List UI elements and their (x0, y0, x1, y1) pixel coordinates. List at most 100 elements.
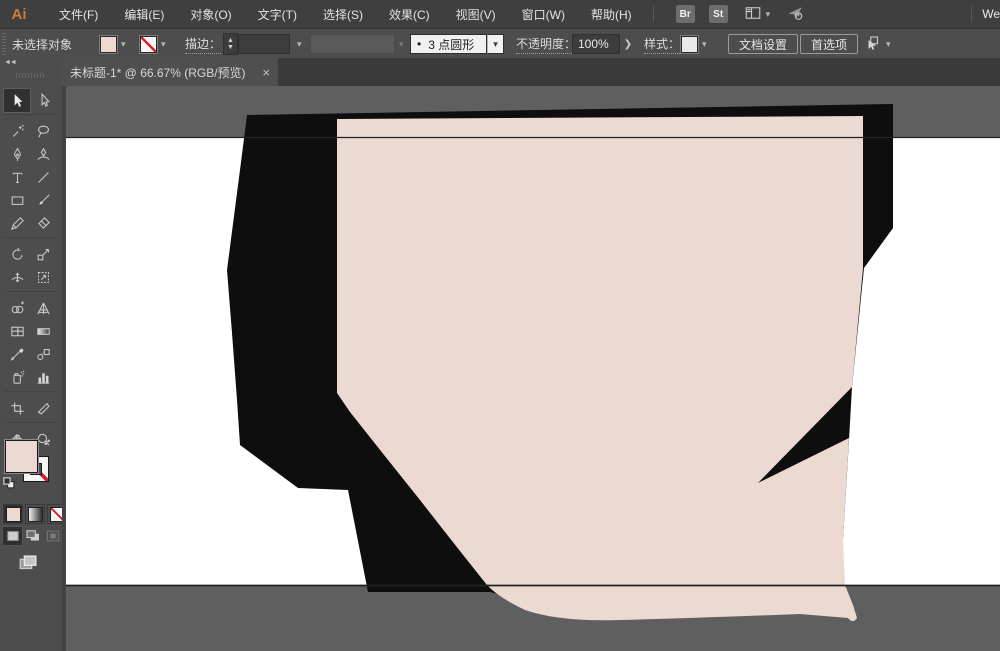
menu-bar: Ai 文件(F)编辑(E)对象(O)文字(T)选择(S)效果(C)视图(V)窗口… (0, 0, 1000, 28)
menu-item-window[interactable]: 窗口(W) (509, 0, 578, 29)
launch-button[interactable] (786, 4, 804, 25)
tool-paintbrush[interactable] (30, 189, 56, 212)
canvas-svg (62, 86, 1000, 651)
document-setup-button[interactable]: 文档设置 (728, 34, 798, 54)
tool-magic-wand[interactable] (4, 120, 30, 143)
workspace-switcher-button[interactable]: ▾ (744, 4, 771, 25)
menu-item-type[interactable]: 文字(T) (245, 0, 310, 29)
chevron-down-icon[interactable]: ▾ (886, 39, 891, 50)
tool-free-transform[interactable] (30, 266, 56, 289)
stroke-weight-stepper[interactable]: ▲ ▼ (223, 29, 238, 59)
stroke-color-control[interactable]: ▾ (140, 29, 166, 59)
close-icon[interactable]: × (262, 65, 270, 80)
menu-list: 文件(F)编辑(E)对象(O)文字(T)选择(S)效果(C)视图(V)窗口(W)… (46, 0, 645, 29)
fill-color-control[interactable]: ▾ (100, 29, 126, 59)
canvas[interactable] (62, 86, 1000, 651)
chevron-down-icon[interactable]: ▾ (121, 39, 126, 50)
selection-status: 未选择对象 (12, 29, 72, 59)
menu-item-select[interactable]: 选择(S) (310, 0, 376, 29)
tool-width[interactable] (4, 266, 30, 289)
select-similar-control[interactable]: ▾ (864, 29, 891, 59)
tool-eyedropper[interactable] (4, 343, 30, 366)
tool-line-segment[interactable] (30, 166, 56, 189)
app-logo[interactable]: Ai (4, 6, 34, 23)
brush-definition-dropdown[interactable]: • 3 点圆形 ▾ (410, 29, 504, 59)
chevron-down-icon[interactable]: ▾ (487, 34, 504, 54)
tool-perspective-grid[interactable] (30, 297, 56, 320)
bridge-button[interactable]: Br (676, 5, 695, 23)
tool-scale[interactable] (30, 243, 56, 266)
fill-stroke-area (0, 438, 62, 502)
brush-name: 3 点圆形 (428, 36, 474, 53)
panel-divider[interactable] (62, 86, 66, 651)
document-title: 未标题-1* @ 66.67% (RGB/预览) (70, 64, 256, 81)
fill-proxy-swatch[interactable] (5, 440, 38, 473)
illustrator-window: Ai 文件(F)编辑(E)对象(O)文字(T)选择(S)效果(C)视图(V)窗口… (0, 0, 1000, 651)
tool-lasso[interactable] (30, 120, 56, 143)
chevron-down-icon: ▾ (399, 39, 404, 50)
preferences-button[interactable]: 首选项 (800, 34, 858, 54)
tools-grid (4, 89, 58, 451)
brush-preview-dot: • (417, 37, 421, 51)
collapse-panel-button[interactable]: ◄◄ (4, 59, 16, 66)
panel-grip[interactable] (2, 33, 6, 55)
screen-mode-icon[interactable] (17, 552, 43, 574)
stroke-weight-label[interactable]: 描边： (185, 29, 221, 59)
stepper-up-icon[interactable]: ▲ (227, 37, 234, 44)
swap-fill-stroke-icon[interactable] (42, 438, 58, 454)
style-swatch[interactable] (681, 36, 698, 53)
workspace-name-truncated[interactable]: We (982, 7, 1000, 21)
workspace (0, 86, 1000, 651)
menu-item-effect[interactable]: 效果(C) (376, 0, 443, 29)
document-tab-bar: ◄◄ 未标题-1* @ 66.67% (RGB/预览) × (0, 58, 1000, 86)
tool-pen[interactable] (4, 143, 30, 166)
default-fill-stroke-icon[interactable] (2, 476, 16, 490)
tool-mesh[interactable] (4, 320, 30, 343)
style-label[interactable]: 样式： (644, 29, 680, 59)
menu-item-edit[interactable]: 编辑(E) (111, 0, 177, 29)
tool-direct-selection[interactable] (30, 89, 56, 112)
draw-behind-icon[interactable] (23, 527, 42, 545)
tool-shape-builder[interactable] (4, 297, 30, 320)
gradient-button[interactable] (25, 504, 45, 524)
document-tab[interactable]: 未标题-1* @ 66.67% (RGB/预览) × (62, 58, 278, 86)
stroke-weight-dropdown[interactable]: ▾ (293, 29, 302, 59)
chevron-down-icon[interactable]: ▾ (297, 39, 302, 50)
tool-pencil[interactable] (4, 212, 30, 235)
stepper-down-icon[interactable]: ▼ (227, 44, 234, 51)
chevron-down-icon[interactable]: ▾ (702, 39, 707, 50)
tool-eraser[interactable] (30, 212, 56, 235)
draw-inside-icon (43, 527, 62, 545)
panel-grip[interactable] (16, 73, 46, 78)
tool-slice[interactable] (30, 397, 56, 420)
fill-swatch[interactable] (100, 36, 117, 53)
tool-symbol-sprayer[interactable] (4, 366, 30, 389)
control-bar: 未选择对象 ▾ ▾ 描边： ▲ ▼ ▾ ▾ (0, 28, 1000, 58)
stroke-none-swatch[interactable] (140, 36, 157, 53)
opacity-more-button[interactable]: ❯ (621, 29, 635, 59)
tool-curvature[interactable] (30, 143, 56, 166)
opacity-field[interactable]: 100% (572, 29, 620, 59)
tool-column-graph[interactable] (30, 366, 56, 389)
stock-button[interactable]: St (709, 5, 728, 23)
tool-selection[interactable] (4, 89, 30, 112)
tool-rectangle[interactable] (4, 189, 30, 212)
opacity-label[interactable]: 不透明度： (516, 29, 576, 59)
document-setup-button-wrap: 文档设置 (728, 29, 798, 59)
tool-blend[interactable] (30, 343, 56, 366)
menu-item-object[interactable]: 对象(O) (177, 0, 244, 29)
menu-item-help[interactable]: 帮助(H) (578, 0, 645, 29)
tool-rotate[interactable] (4, 243, 30, 266)
tool-artboard[interactable] (4, 397, 30, 420)
tool-type[interactable] (4, 166, 30, 189)
stroke-weight-field[interactable] (238, 29, 290, 59)
color-button[interactable] (3, 504, 23, 524)
tool-gradient[interactable] (30, 320, 56, 343)
preferences-button-wrap: 首选项 (800, 29, 858, 59)
style-swatch-control[interactable]: ▾ (681, 29, 707, 59)
draw-normal-icon[interactable] (3, 527, 22, 545)
menu-item-file[interactable]: 文件(F) (46, 0, 111, 29)
chevron-down-icon[interactable]: ▾ (161, 39, 166, 50)
menu-item-view[interactable]: 视图(V) (443, 0, 509, 29)
select-similar-icon (864, 34, 882, 55)
